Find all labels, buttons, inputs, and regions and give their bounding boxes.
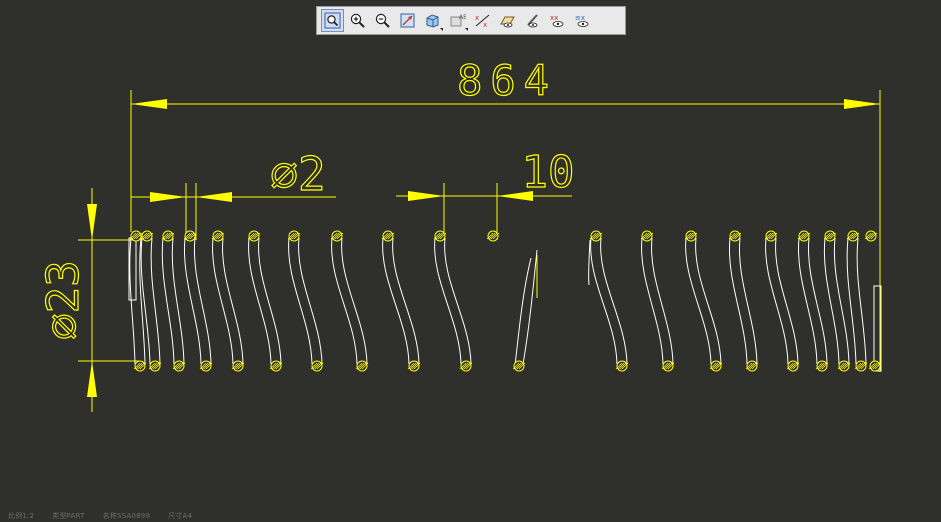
wire-section bbox=[710, 360, 722, 372]
wire-section bbox=[149, 360, 161, 372]
status-type: 类型PART bbox=[52, 512, 85, 520]
wire-section bbox=[765, 230, 777, 242]
wire-section bbox=[311, 360, 323, 372]
measure-button[interactable]: x x bbox=[471, 9, 494, 32]
svg-text:≡x: ≡x bbox=[575, 14, 585, 22]
wire-section bbox=[513, 360, 525, 372]
wire-diameter-dimension: ∅2 bbox=[131, 146, 336, 240]
wire-section bbox=[838, 360, 850, 372]
wire-section bbox=[590, 230, 602, 242]
svg-text:x: x bbox=[483, 21, 487, 29]
zoom-out-icon bbox=[375, 13, 390, 28]
status-scale: 比例1:2 bbox=[8, 512, 35, 520]
view-toolbar: AB x x xx ≡x bbox=[316, 6, 626, 35]
pitch-dimension: 10 bbox=[396, 146, 575, 240]
wire-section bbox=[746, 360, 758, 372]
wire-section bbox=[816, 360, 828, 372]
wire-section bbox=[162, 230, 174, 242]
zoom-in-button[interactable] bbox=[346, 9, 369, 32]
text-style-button[interactable]: AB bbox=[446, 9, 469, 32]
wire-section bbox=[331, 230, 343, 242]
wire-section bbox=[729, 230, 741, 242]
layer-pen-icon bbox=[527, 14, 538, 28]
wire-section bbox=[270, 360, 282, 372]
wire-section bbox=[134, 360, 146, 372]
drawing-canvas[interactable]: 864 ∅2 10 ∅23 bbox=[0, 0, 941, 522]
wire-section bbox=[356, 360, 368, 372]
wire-section bbox=[662, 360, 674, 372]
wire-section bbox=[460, 360, 472, 372]
wire-section bbox=[141, 230, 153, 242]
view-button[interactable] bbox=[421, 9, 444, 32]
layers-off-icon: xx bbox=[550, 14, 564, 27]
zoom-extents-icon bbox=[400, 13, 415, 28]
status-size: 尺寸A4 bbox=[168, 512, 193, 520]
layer-hide-icon bbox=[500, 16, 515, 28]
wire-section bbox=[641, 230, 653, 242]
wire-section bbox=[798, 230, 810, 242]
wire-section bbox=[487, 230, 499, 242]
wire-section bbox=[824, 230, 836, 242]
wire-section bbox=[616, 360, 628, 372]
status-name: 名称SSA0899 bbox=[102, 512, 151, 520]
wire-section bbox=[248, 230, 260, 242]
wire-section bbox=[685, 230, 697, 242]
pitch-label: 10 bbox=[522, 147, 575, 198]
wire-section bbox=[408, 360, 420, 372]
wire-section bbox=[787, 360, 799, 372]
status-bar: 比例1:2 类型PART 名称SSA0899 尺寸A4 bbox=[8, 511, 192, 521]
wire-section bbox=[232, 360, 244, 372]
wire-section bbox=[130, 230, 142, 242]
wire-section bbox=[869, 360, 881, 372]
outer-diameter-dimension: ∅23 bbox=[37, 188, 140, 412]
layers-on-button[interactable]: ≡x bbox=[571, 9, 594, 32]
layer-hide-button[interactable] bbox=[496, 9, 519, 32]
wire-diameter-label: ∅2 bbox=[270, 147, 325, 201]
overall-length-dimension: 864 bbox=[130, 55, 881, 372]
layers-on-icon: ≡x bbox=[575, 14, 589, 27]
spring-coils bbox=[128, 230, 882, 372]
layers-off-button[interactable]: xx bbox=[546, 9, 569, 32]
wire-section bbox=[184, 230, 196, 242]
wire-section bbox=[288, 230, 300, 242]
layer-pen-button[interactable] bbox=[521, 9, 544, 32]
wire-section bbox=[382, 230, 394, 242]
wire-section bbox=[212, 230, 224, 242]
zoom-extents-button[interactable] bbox=[396, 9, 419, 32]
overall-length-label: 864 bbox=[457, 56, 557, 105]
view-cube-icon bbox=[426, 14, 439, 28]
svg-text:xx: xx bbox=[550, 14, 558, 22]
measure-icon: x x bbox=[475, 14, 490, 29]
wire-section bbox=[847, 230, 859, 242]
outer-diameter-label: ∅23 bbox=[38, 260, 89, 339]
zoom-in-icon bbox=[350, 13, 365, 28]
svg-text:x: x bbox=[475, 14, 479, 22]
text-style-icon: AB bbox=[450, 14, 466, 27]
wire-section bbox=[434, 230, 446, 242]
zoom-window-icon bbox=[324, 12, 341, 29]
wire-section bbox=[173, 360, 185, 372]
wire-section bbox=[865, 230, 877, 242]
wire-section bbox=[855, 360, 867, 372]
svg-text:AB: AB bbox=[459, 14, 466, 21]
zoom-window-button[interactable] bbox=[321, 9, 344, 32]
zoom-out-button[interactable] bbox=[371, 9, 394, 32]
wire-section bbox=[200, 360, 212, 372]
